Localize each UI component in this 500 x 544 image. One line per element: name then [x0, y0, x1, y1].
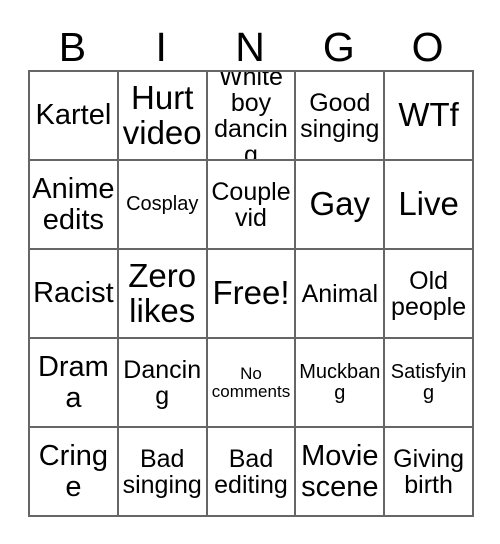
- bingo-cell[interactable]: Satisfying: [385, 339, 474, 428]
- bingo-cell-label: Bad singing: [122, 444, 202, 499]
- bingo-cell-label: Live: [398, 185, 459, 223]
- bingo-cell[interactable]: Movie scene: [296, 428, 386, 517]
- bingo-cell[interactable]: Cosplay: [118, 161, 208, 250]
- bingo-cell-label: No comments: [211, 363, 291, 401]
- bingo-cell[interactable]: Gay: [296, 161, 386, 250]
- bingo-grid: Kartel Hurt video White boy dancing Good…: [28, 70, 474, 517]
- bingo-cell[interactable]: Couple vid: [207, 161, 297, 250]
- bingo-cell[interactable]: White boy dancing: [207, 72, 297, 161]
- bingo-cell-label: Bad editing: [214, 444, 288, 499]
- header-letter-o: O: [411, 24, 444, 70]
- header-letter-b: B: [58, 24, 87, 70]
- bingo-cell-label: Kartel: [35, 99, 112, 132]
- bingo-card: B I N G O Kartel Hurt video White boy da…: [28, 16, 474, 517]
- bingo-cell-label: Cosplay: [126, 193, 199, 216]
- bingo-cell[interactable]: No comments: [207, 339, 297, 428]
- bingo-cell[interactable]: Old people: [385, 250, 474, 339]
- bingo-cell-label: Anime edits: [32, 173, 115, 236]
- header-letter-n: N: [235, 24, 265, 70]
- bingo-cell-label: Racist: [33, 277, 114, 310]
- bingo-cell-label: Gay: [309, 185, 371, 223]
- bingo-cell[interactable]: Animal: [296, 250, 386, 339]
- bingo-cell-label: Couple vid: [211, 177, 291, 232]
- bingo-cell-label: Drama: [37, 351, 109, 414]
- bingo-cell-label: Animal: [301, 279, 378, 308]
- bingo-cell[interactable]: Dancing: [118, 339, 208, 428]
- bingo-cell-label: White boy dancing: [214, 72, 288, 161]
- bingo-cell-free-space[interactable]: Free!: [207, 250, 297, 339]
- header-letter-g: G: [322, 24, 355, 70]
- bingo-cell-label: Zero likes: [128, 257, 197, 329]
- bingo-cell[interactable]: WTf: [385, 72, 474, 161]
- bingo-cell-label: Muckbang: [299, 360, 381, 404]
- bingo-cell[interactable]: Good singing: [296, 72, 386, 161]
- bingo-cell[interactable]: Anime edits: [30, 161, 119, 250]
- bingo-cell-label: Good singing: [300, 88, 380, 143]
- bingo-cell-label: Old people: [391, 266, 467, 321]
- bingo-cell[interactable]: Zero likes: [118, 250, 208, 339]
- bingo-cell[interactable]: Muckbang: [296, 339, 386, 428]
- bingo-cell[interactable]: Kartel: [30, 72, 119, 161]
- bingo-header-row: B I N G O: [28, 16, 472, 70]
- bingo-cell-label: Dancing: [123, 355, 202, 410]
- bingo-cell[interactable]: Bad singing: [118, 428, 208, 517]
- bingo-cell-label: Satisfying: [390, 360, 467, 404]
- bingo-cell-label: Hurt video: [122, 79, 202, 151]
- bingo-cell-label: Cringe: [38, 440, 109, 503]
- bingo-cell-label: WTf: [398, 96, 459, 134]
- bingo-cell[interactable]: Giving birth: [385, 428, 474, 517]
- bingo-cell-label: Movie scene: [301, 440, 379, 503]
- header-letter-i: I: [155, 24, 167, 70]
- bingo-cell[interactable]: Drama: [30, 339, 119, 428]
- bingo-cell[interactable]: Bad editing: [207, 428, 297, 517]
- bingo-cell[interactable]: Live: [385, 161, 474, 250]
- bingo-cell-label: Giving birth: [393, 444, 465, 499]
- bingo-cell[interactable]: Hurt video: [118, 72, 208, 161]
- bingo-cell[interactable]: Cringe: [30, 428, 119, 517]
- bingo-cell-label: Free!: [212, 274, 290, 312]
- bingo-cell[interactable]: Racist: [30, 250, 119, 339]
